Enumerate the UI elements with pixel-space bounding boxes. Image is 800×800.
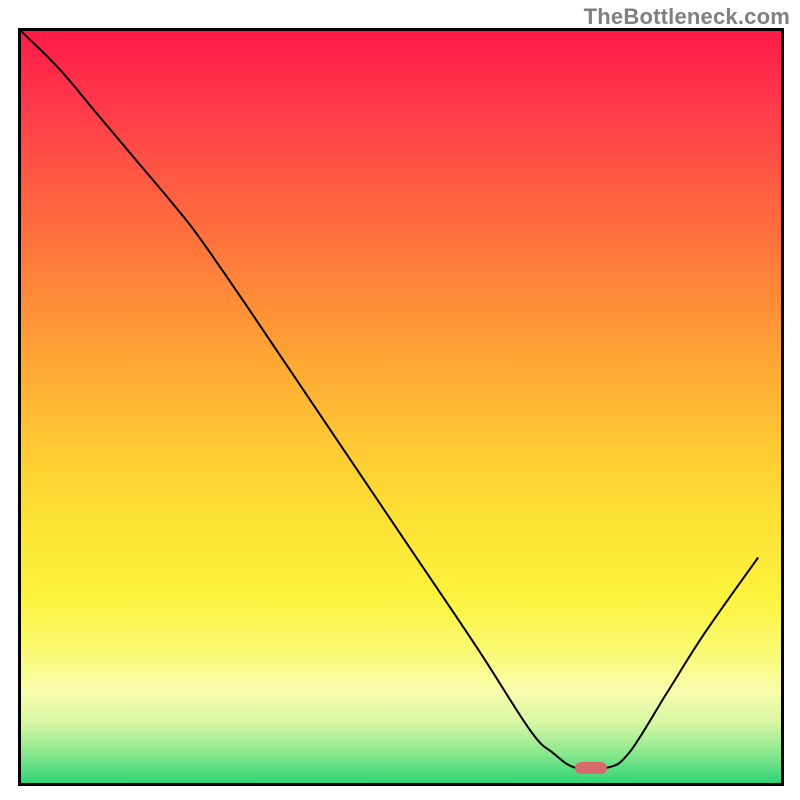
plot-frame [18,28,784,786]
optimal-point-marker [575,762,607,774]
gradient-background [21,31,781,783]
chart-container: TheBottleneck.com [0,0,800,800]
watermark-text: TheBottleneck.com [584,4,790,30]
